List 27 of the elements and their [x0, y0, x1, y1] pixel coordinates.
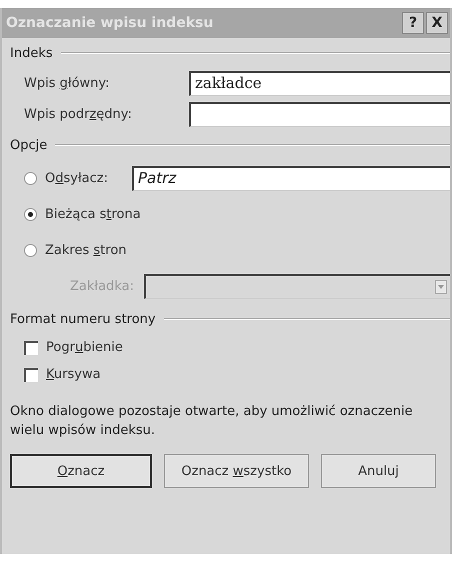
checkbox-label: Pogrubienie: [46, 340, 123, 355]
checkbox-label: Kursywa: [46, 367, 101, 382]
help-button[interactable]: ?: [402, 12, 424, 34]
radio-button[interactable]: [24, 208, 37, 220]
radio-label: Odsyłacz:: [45, 170, 108, 186]
field-label: Wpis podrzędny:: [24, 107, 133, 122]
radio-button[interactable]: [24, 244, 37, 256]
dialog-button[interactable]: Oznacz: [10, 454, 152, 488]
radio-label: Bieżąca strona: [45, 206, 141, 222]
info-text: Okno dialogowe pozostaje otwarte, aby umożliwić oznaczenie wielu wpisów indeksu.: [10, 403, 414, 440]
radio-label: Zakres stron: [45, 242, 127, 258]
field-label: Wpis główny:: [24, 76, 111, 91]
input-field[interactable]: zakładce: [189, 71, 450, 96]
radio-button[interactable]: [24, 172, 37, 184]
close-button[interactable]: X: [426, 12, 448, 34]
dialog-button[interactable]: Oznacz wszystko: [164, 454, 309, 488]
dropdown-label: Zakładka:: [70, 278, 134, 294]
window-title: Oznaczanie wpisu indeksu: [6, 15, 214, 31]
dropdown-field[interactable]: [144, 274, 450, 298]
input-field[interactable]: [189, 102, 450, 127]
section-heading: Opcje: [10, 138, 48, 152]
section-heading: Indeks: [10, 46, 53, 60]
dialog-button[interactable]: Anuluj: [321, 454, 436, 488]
checkbox[interactable]: [24, 340, 38, 354]
section-heading: Format numeru strony: [10, 312, 156, 326]
input-field[interactable]: Patrz: [132, 166, 450, 190]
checkbox[interactable]: [24, 368, 38, 382]
